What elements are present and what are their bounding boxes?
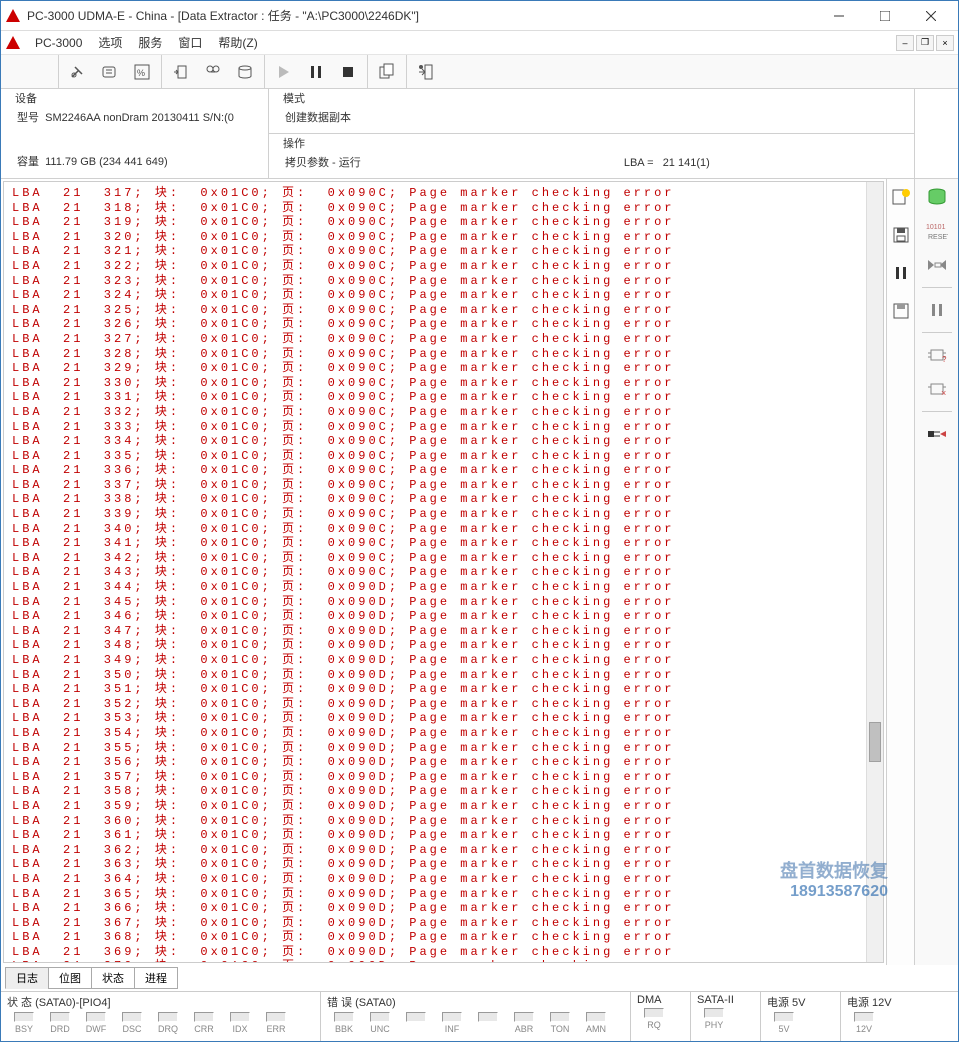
status-dma-label: DMA [637, 994, 684, 1006]
menu-window[interactable]: 窗口 [170, 32, 210, 53]
right-sidebar: 10101 RESET ? × [914, 179, 958, 965]
close-button[interactable] [908, 2, 954, 30]
titlebar: PC-3000 UDMA-E - China - [Data Extractor… [1, 1, 958, 31]
svg-text:%: % [137, 68, 145, 78]
menu-services[interactable]: 服务 [130, 32, 170, 53]
mdi-close[interactable]: × [936, 35, 954, 51]
mode-value: 创建数据副本 [277, 107, 906, 127]
indicator: 12V [847, 1012, 881, 1034]
log-side-toolbar [886, 179, 914, 965]
status-sata2-label: SATA-II [697, 994, 754, 1006]
device-group-label: 设备 [13, 93, 39, 105]
model-value: SM2246AA nonDram 20130411 S/N:(0 [45, 112, 234, 124]
sb-chip1-icon[interactable]: ? [923, 343, 951, 367]
indicator: TON [543, 1012, 577, 1034]
menubar: PC-3000 选项 服务 窗口 帮助(Z) – ❐ × [1, 31, 958, 55]
status-pwr5-label: 电源 5V [767, 994, 834, 1010]
tool-search-icon[interactable] [202, 61, 224, 83]
operation-group-label: 操作 [281, 138, 307, 150]
svg-text:×: × [941, 388, 946, 397]
menu-options[interactable]: 选项 [90, 32, 130, 53]
log-scrollbar[interactable] [866, 182, 883, 962]
indicator: ERR [259, 1012, 293, 1034]
indicator: BSY [7, 1012, 41, 1034]
mdi-restore[interactable]: ❐ [916, 35, 934, 51]
mdi-minimize[interactable]: – [896, 35, 914, 51]
operation-value: 拷贝参数 - 运行 [285, 157, 361, 169]
info-panels: 设备 型号 SM2246AA nonDram 20130411 S/N:(0 容… [1, 89, 958, 179]
side-save2-icon[interactable] [887, 299, 915, 323]
indicator: ABR [507, 1012, 541, 1034]
tool-export-icon[interactable] [170, 61, 192, 83]
scroll-thumb[interactable] [869, 722, 881, 762]
side-pause-icon[interactable] [887, 261, 915, 285]
lba-value: 21 141(1) [663, 157, 710, 169]
capacity-value: 111.79 GB (234 441 649) [45, 156, 168, 168]
sb-chip2-icon[interactable]: × [923, 377, 951, 401]
indicator: DRD [43, 1012, 77, 1034]
tool-config-icon[interactable] [99, 61, 121, 83]
tab-status[interactable]: 状态 [91, 967, 135, 989]
app-icon [5, 8, 21, 24]
tab-log[interactable]: 日志 [5, 967, 49, 989]
lba-label: LBA = [624, 157, 654, 169]
model-label: 型号 [17, 112, 39, 124]
log-panel: LBA 21 317; 块: 0x01C0; 页: 0x090C; Page m… [3, 181, 884, 963]
tab-bitmap[interactable]: 位图 [48, 967, 92, 989]
svg-text:10101: 10101 [926, 224, 946, 231]
tool-settings-icon[interactable] [67, 61, 89, 83]
status-sata0-label: 状 态 (SATA0)-[PIO4] [7, 994, 314, 1010]
indicator: UNC [363, 1012, 397, 1034]
sb-reset-icon[interactable]: 10101 RESET [923, 219, 951, 243]
indicator: PHY [697, 1008, 731, 1030]
indicator [399, 1012, 433, 1034]
play-button[interactable] [273, 61, 295, 83]
tab-process[interactable]: 进程 [134, 967, 178, 989]
mode-group-label: 模式 [281, 93, 307, 105]
sb-pause-icon[interactable] [923, 298, 951, 322]
side-new-icon[interactable] [887, 185, 915, 209]
sb-disk-icon[interactable] [923, 185, 951, 209]
indicator [471, 1012, 505, 1034]
indicator: IDX [223, 1012, 257, 1034]
minimize-button[interactable] [816, 2, 862, 30]
indicator: INF [435, 1012, 469, 1034]
indicator: AMN [579, 1012, 613, 1034]
indicator: DWF [79, 1012, 113, 1034]
tool-exit-icon[interactable] [415, 61, 437, 83]
svg-text:?: ? [942, 355, 947, 363]
log-tabs: 日志 位图 状态 进程 [1, 965, 958, 991]
stop-button[interactable] [337, 61, 359, 83]
indicator: BBK [327, 1012, 361, 1034]
status-pwr12-label: 电源 12V [847, 994, 952, 1010]
indicator: 5V [767, 1012, 801, 1034]
window-title: PC-3000 UDMA-E - China - [Data Extractor… [27, 7, 816, 24]
tool-copy-icon[interactable] [376, 61, 398, 83]
brand-label: PC-3000 [27, 34, 90, 52]
sb-plug-icon[interactable] [923, 422, 951, 446]
indicator: RQ [637, 1008, 671, 1030]
side-save-icon[interactable] [887, 223, 915, 247]
status-err-label: 错 误 (SATA0) [327, 994, 624, 1010]
menu-help[interactable]: 帮助(Z) [210, 32, 265, 53]
maximize-button[interactable] [862, 2, 908, 30]
toolbar: % [1, 55, 958, 89]
indicator: DRQ [151, 1012, 185, 1034]
tool-disk-icon[interactable] [234, 61, 256, 83]
log-text[interactable]: LBA 21 317; 块: 0x01C0; 页: 0x090C; Page m… [4, 182, 866, 962]
tool-percent-icon[interactable]: % [131, 61, 153, 83]
sb-seek-icon[interactable] [923, 253, 951, 277]
indicator: DSC [115, 1012, 149, 1034]
status-bar: 状 态 (SATA0)-[PIO4] BSYDRDDWFDSCDRQCRRIDX… [1, 991, 958, 1041]
svg-text:RESET: RESET [928, 234, 948, 241]
indicator: CRR [187, 1012, 221, 1034]
pause-button[interactable] [305, 61, 327, 83]
brand-icon [5, 35, 21, 51]
capacity-label: 容量 [17, 156, 39, 168]
